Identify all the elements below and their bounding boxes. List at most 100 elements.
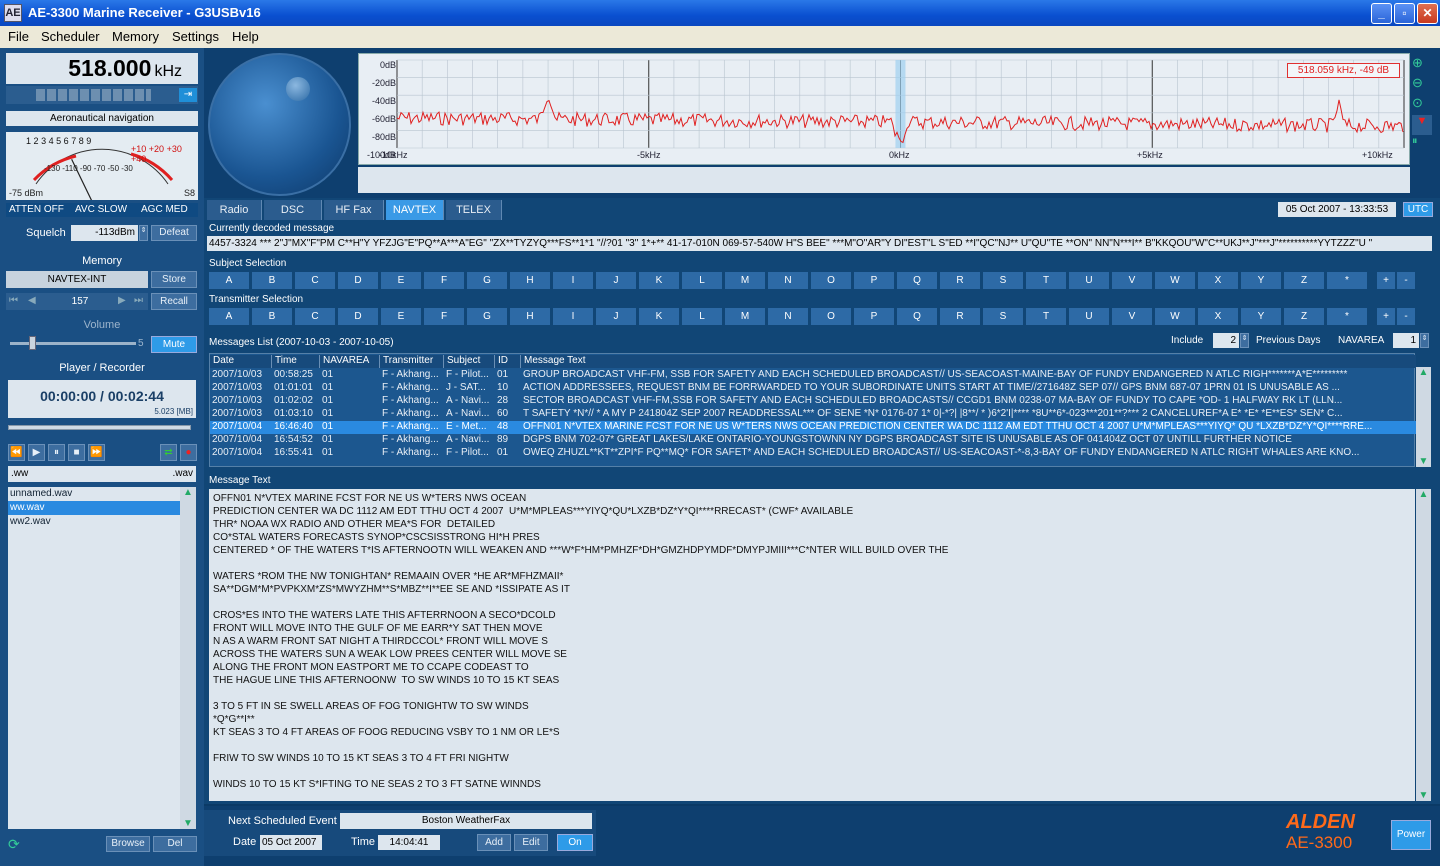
- browse-button[interactable]: Browse: [106, 836, 150, 852]
- power-button[interactable]: Power: [1391, 820, 1431, 850]
- close-button[interactable]: ✕: [1417, 3, 1438, 24]
- subject-letter-j[interactable]: J: [596, 272, 636, 289]
- menu-help[interactable]: Help: [232, 29, 259, 44]
- transmitter-letter-e[interactable]: E: [381, 308, 421, 325]
- col-date[interactable]: Date: [210, 355, 272, 368]
- add-button[interactable]: Add: [477, 834, 511, 851]
- tuning-knob[interactable]: [208, 53, 351, 196]
- play-icon[interactable]: ▶: [28, 444, 45, 461]
- subject-letter-k[interactable]: K: [639, 272, 679, 289]
- subject-letter-w[interactable]: W: [1155, 272, 1195, 289]
- table-row[interactable]: 2007/10/03 01:01:01 01 F - Akhang... J - SAT…: [210, 382, 1416, 395]
- next-icon[interactable]: ▶: [118, 295, 126, 306]
- transmitter-letter-o[interactable]: O: [811, 308, 851, 325]
- tab-telex[interactable]: TELEX: [446, 200, 502, 220]
- subject-letter-a[interactable]: A: [209, 272, 249, 289]
- menu-scheduler[interactable]: Scheduler: [41, 29, 100, 44]
- table-row[interactable]: 2007/10/04 16:55:41 01 F - Akhang... F - Pil…: [210, 447, 1416, 460]
- transmitter-letter-b[interactable]: B: [252, 308, 292, 325]
- subject-letter-x[interactable]: X: [1198, 272, 1238, 289]
- waterfall[interactable]: [358, 167, 1410, 193]
- fast-forward-icon[interactable]: ⏩: [88, 444, 105, 461]
- transmitter-letter-n[interactable]: N: [768, 308, 808, 325]
- last-icon[interactable]: ⏭: [134, 295, 143, 306]
- subject-letter-o[interactable]: O: [811, 272, 851, 289]
- transmitter-letter-u[interactable]: U: [1069, 308, 1109, 325]
- navarea-spin-icon[interactable]: ⇕: [1420, 333, 1429, 348]
- edit-button[interactable]: Edit: [514, 834, 548, 851]
- subject-minus-button[interactable]: -: [1397, 272, 1415, 289]
- transmitter-plus-button[interactable]: +: [1377, 308, 1395, 325]
- defeat-button[interactable]: Defeat: [151, 225, 197, 241]
- transmitter-letter-c[interactable]: C: [295, 308, 335, 325]
- memory-name[interactable]: NAVTEX-INT: [6, 271, 148, 288]
- player-filename[interactable]: .ww .wav: [8, 466, 196, 482]
- frequency-display[interactable]: 518.000 kHz: [6, 53, 198, 84]
- agc-status[interactable]: AGC MED: [141, 203, 188, 217]
- refresh-icon[interactable]: ⟳: [8, 836, 24, 852]
- tab-radio[interactable]: Radio: [207, 200, 262, 220]
- transmitter-letter-star[interactable]: *: [1327, 308, 1367, 325]
- squelch-spin-icon[interactable]: ⇕: [139, 225, 148, 241]
- enter-arrow-icon[interactable]: ⇥: [179, 88, 197, 102]
- transmitter-minus-button[interactable]: -: [1397, 308, 1415, 325]
- menu-memory[interactable]: Memory: [112, 29, 159, 44]
- transmitter-letter-f[interactable]: F: [424, 308, 464, 325]
- transmitter-letter-i[interactable]: I: [553, 308, 593, 325]
- subject-letter-i[interactable]: I: [553, 272, 593, 289]
- col-id[interactable]: ID: [495, 355, 521, 368]
- atten-status[interactable]: ATTEN OFF: [9, 203, 64, 217]
- message-text-area[interactable]: OFFN01 N*VTEX MARINE FCST FOR NE US W*TE…: [209, 489, 1415, 801]
- maximize-button[interactable]: ▫: [1394, 3, 1415, 24]
- tab-hf-fax[interactable]: HF Fax: [324, 200, 384, 220]
- subject-letter-y[interactable]: Y: [1241, 272, 1281, 289]
- include-days-input[interactable]: 2: [1213, 333, 1239, 348]
- rewind-icon[interactable]: ⏪: [8, 444, 25, 461]
- file-list-item[interactable]: ww.wav: [8, 501, 180, 515]
- transmitter-letter-j[interactable]: J: [596, 308, 636, 325]
- subject-letter-r[interactable]: R: [940, 272, 980, 289]
- transmitter-letter-z[interactable]: Z: [1284, 308, 1324, 325]
- transmitter-letter-g[interactable]: G: [467, 308, 507, 325]
- on-button[interactable]: On: [557, 834, 593, 851]
- spectrum-display[interactable]: 0dB -20dB -40dB -60dB -80dB -100dB -10kHz -5k…: [358, 53, 1410, 165]
- memory-number[interactable]: 157: [46, 293, 114, 310]
- zoom-in-icon[interactable]: ⊕: [1412, 55, 1432, 75]
- player-progress[interactable]: [8, 425, 191, 430]
- include-spin-icon[interactable]: ⇕: [1240, 333, 1249, 348]
- transmitter-letter-k[interactable]: K: [639, 308, 679, 325]
- file-list[interactable]: unnamed.wav ww.wav ww2.wav: [8, 487, 180, 829]
- record-icon[interactable]: ●: [180, 444, 197, 461]
- marker-icon[interactable]: ▼: [1412, 115, 1432, 135]
- transmitter-letter-q[interactable]: Q: [897, 308, 937, 325]
- transmitter-letter-s[interactable]: S: [983, 308, 1023, 325]
- transmitter-letter-v[interactable]: V: [1112, 308, 1152, 325]
- subject-letter-g[interactable]: G: [467, 272, 507, 289]
- time-input[interactable]: 14:04:41: [378, 835, 440, 850]
- menu-file[interactable]: File: [8, 29, 29, 44]
- recall-button[interactable]: Recall: [151, 293, 197, 310]
- first-icon[interactable]: ⏮: [9, 295, 18, 306]
- subject-letter-s[interactable]: S: [983, 272, 1023, 289]
- avc-status[interactable]: AVC SLOW: [75, 203, 127, 217]
- subject-letter-f[interactable]: F: [424, 272, 464, 289]
- transmitter-letter-d[interactable]: D: [338, 308, 378, 325]
- pause-spectrum-icon[interactable]: ⏸: [1412, 135, 1432, 155]
- pause-icon[interactable]: ⏸: [48, 444, 65, 461]
- subject-letter-v[interactable]: V: [1112, 272, 1152, 289]
- prev-icon[interactable]: ◀: [28, 295, 36, 306]
- subject-letter-m[interactable]: M: [725, 272, 765, 289]
- messages-scrollbar[interactable]: ▲ ▼: [1416, 367, 1431, 467]
- transmitter-letter-w[interactable]: W: [1155, 308, 1195, 325]
- loop-icon[interactable]: ⇄: [160, 444, 177, 461]
- subject-letter-q[interactable]: Q: [897, 272, 937, 289]
- frequency-digit-selector[interactable]: ⇥: [6, 86, 198, 104]
- transmitter-letter-y[interactable]: Y: [1241, 308, 1281, 325]
- navarea-input[interactable]: 1: [1393, 333, 1419, 348]
- tab-navtex[interactable]: NAVTEX: [386, 200, 444, 220]
- file-list-item[interactable]: unnamed.wav: [8, 487, 180, 501]
- tab-dsc[interactable]: DSC: [264, 200, 322, 220]
- squelch-value[interactable]: -113dBm: [71, 225, 138, 241]
- subject-letter-n[interactable]: N: [768, 272, 808, 289]
- subject-letter-b[interactable]: B: [252, 272, 292, 289]
